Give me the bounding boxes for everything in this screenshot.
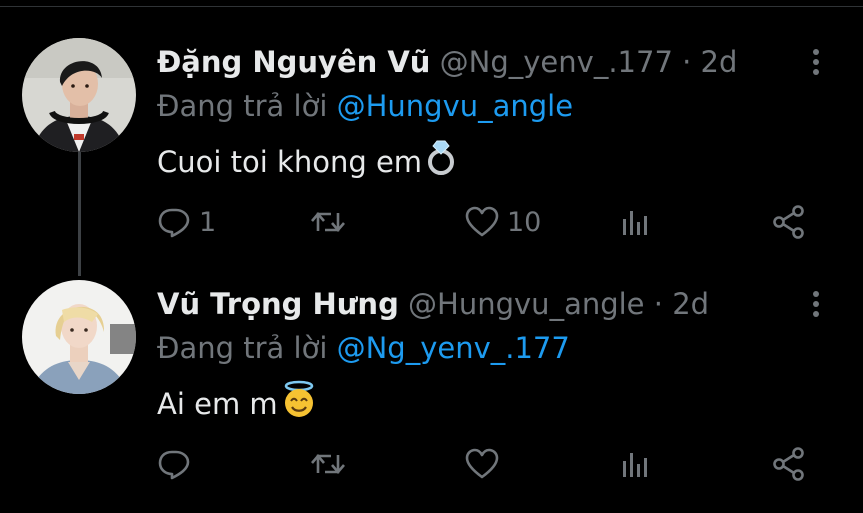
tweet-text: Cuoi toi khong em — [157, 138, 458, 186]
reply-count: 1 — [199, 206, 217, 238]
separator-dot: · — [653, 287, 663, 321]
replying-to-label: Đang trả lời — [157, 331, 328, 365]
reply-icon — [157, 447, 191, 481]
analytics-button[interactable] — [617, 202, 651, 242]
like-button[interactable]: 10 — [465, 202, 541, 242]
share-button[interactable] — [771, 202, 807, 242]
tweet-text: Ai em m — [157, 380, 318, 428]
user-handle[interactable]: @Ng_yenv_.177 — [440, 45, 673, 79]
replying-to: Đang trả lời @Ng_yenv_.177 — [157, 328, 570, 368]
reply-icon — [157, 205, 191, 239]
analytics-icon — [617, 447, 651, 481]
top-divider — [0, 6, 863, 7]
retweet-icon — [309, 205, 347, 239]
retweet-button[interactable] — [309, 444, 347, 484]
retweet-button[interactable] — [309, 202, 347, 242]
separator-dot: · — [682, 45, 692, 79]
like-button[interactable] — [465, 444, 507, 484]
like-icon — [465, 447, 499, 481]
tweet-header: Đặng Nguyên Vũ @Ng_yenv_.177 · 2d — [157, 42, 737, 82]
analytics-icon — [617, 205, 651, 239]
tweet-actions — [157, 444, 817, 484]
mention-link[interactable]: @Hungvu_angle — [337, 89, 573, 123]
replying-to: Đang trả lời @Hungvu_angle — [157, 86, 573, 126]
analytics-button[interactable] — [617, 444, 651, 484]
smiling-face-with-halo-emoji — [280, 380, 318, 428]
thread-connector — [78, 150, 81, 276]
reply-button[interactable]: 1 — [157, 202, 216, 242]
more-icon[interactable] — [800, 288, 832, 320]
display-name[interactable]: Vũ Trọng Hưng — [157, 287, 399, 321]
avatar[interactable] — [22, 38, 136, 152]
reply-button[interactable] — [157, 444, 199, 484]
timestamp[interactable]: 2d — [701, 45, 738, 79]
tweet-text-content: Ai em m — [157, 387, 278, 421]
like-icon — [465, 205, 499, 239]
share-icon — [771, 446, 807, 482]
share-icon — [771, 204, 807, 240]
like-count: 10 — [507, 206, 542, 238]
avatar[interactable] — [22, 280, 136, 394]
user-handle[interactable]: @Hungvu_angle — [408, 287, 644, 321]
share-button[interactable] — [771, 444, 807, 484]
replying-to-label: Đang trả lời — [157, 89, 328, 123]
mention-link[interactable]: @Ng_yenv_.177 — [337, 331, 570, 365]
display-name[interactable]: Đặng Nguyên Vũ — [157, 45, 430, 79]
more-icon[interactable] — [800, 46, 832, 78]
tweet-actions: 1 10 — [157, 202, 817, 242]
tweet-text-content: Cuoi toi khong em — [157, 145, 423, 179]
retweet-icon — [309, 447, 347, 481]
timestamp[interactable]: 2d — [672, 287, 709, 321]
tweet-header: Vũ Trọng Hưng @Hungvu_angle · 2d — [157, 284, 709, 324]
ring-emoji — [424, 138, 458, 186]
